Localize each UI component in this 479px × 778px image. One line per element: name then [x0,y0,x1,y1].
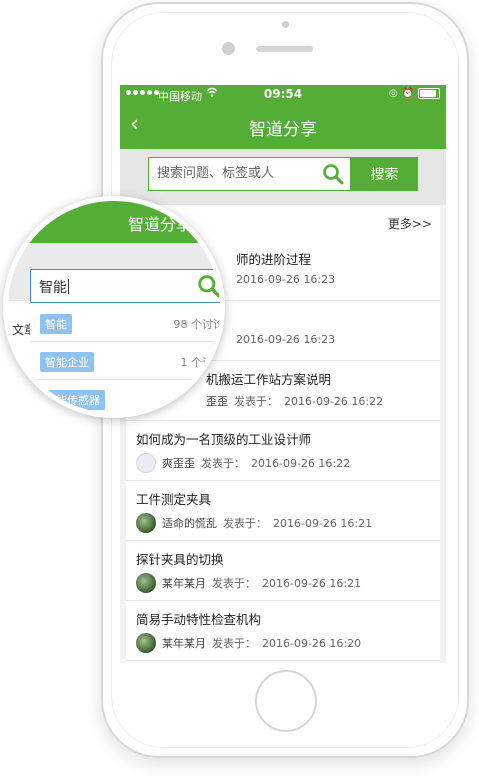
item-title: 探针夹具的切换 [136,552,224,567]
magnifier-callout: 智道分享 智能 文章 智能 98 个讨论 智能企业 1 个讨论 智能传感器 [3,196,225,418]
list-item[interactable]: 如何成为一名顶级的工业设计师 爽歪歪 发表于： 2016-09-26 16:22 [126,421,440,481]
front-camera [222,42,235,55]
suggestion-count: 98 个讨论 [173,318,224,331]
avatar [136,633,156,653]
item-date: 2016-09-26 16:22 [251,456,351,470]
item-title: 机搬运工作站方案说明 [206,372,332,387]
search-query: 智能 [39,277,69,297]
suggestion-tag: 智能企业 [40,352,94,372]
item-meta: 爽歪歪 发表于： 2016-09-26 16:22 [136,453,350,473]
search-box[interactable] [148,157,351,191]
list-item[interactable]: 工件测定夹具 适命的慌乱 发表于： 2016-09-26 16:21 [126,481,440,541]
avatar [136,453,156,473]
earpiece-speaker [256,46,313,52]
magnified-title: 智道分享 [128,215,193,234]
list-item[interactable]: 探针夹具的切换 某年某月 发表于： 2016-09-26 16:21 [126,541,440,601]
suggestion-tag: 智能传感器 [40,390,105,410]
magnified-view: 智道分享 智能 文章 智能 98 个讨论 智能企业 1 个讨论 智能传感器 [8,201,224,413]
status-right-group: ◎ ⏰ [389,88,440,99]
page-title: 智道分享 [249,120,317,140]
item-date: 2016-09-26 16:23 [236,273,336,286]
item-date: 2016-09-26 16:21 [262,576,362,590]
item-meta: 2016-09-26 16:23 [236,333,335,346]
avatar [136,513,156,533]
item-date: 2016-09-26 16:21 [273,516,373,530]
search-bar: 搜索 [120,149,446,205]
item-meta: 某年某月 发表于： 2016-09-26 16:20 [136,633,361,653]
item-author: 某年某月 [162,577,206,590]
lock-rotation-icon: ◎ [388,88,398,99]
home-button[interactable] [255,670,317,732]
search-icon[interactable] [322,163,344,189]
suggestion-item[interactable]: 智能传感器 [30,380,220,413]
item-meta: 适命的慌乱 发表于： 2016-09-26 16:21 [136,513,372,533]
suggestion-tag: 智能 [40,314,72,334]
posted-label: 发表于： [212,577,256,590]
item-title: 简易手动特性检查机构 [136,612,262,627]
avatar [136,573,156,593]
suggestion-count: 1 个讨论 [180,356,224,369]
item-date: 2016-09-26 16:22 [284,394,384,408]
search-button[interactable]: 搜索 [351,157,418,191]
magnified-search-bar: 智能 [8,243,220,303]
alarm-icon: ⏰ [401,88,414,99]
item-date: 2016-09-26 16:23 [236,333,336,346]
list-item[interactable]: 简易手动特性检查机构 某年某月 发表于： 2016-09-26 16:20 [126,601,440,661]
item-meta: 某年某月 发表于： 2016-09-26 16:21 [136,573,361,593]
front-sensor [282,21,289,28]
magnified-search-input[interactable]: 智能 [30,269,220,303]
posted-label: 发表于： [212,637,256,650]
suggestion-item[interactable]: 智能企业 1 个讨论 [30,342,224,380]
status-bar: 中国移动 09:54 ◎ ⏰ [120,85,446,105]
battery-icon [418,88,440,99]
item-meta: 2016-09-26 16:23 [236,273,335,286]
item-date: 2016-09-26 16:20 [262,636,362,650]
nav-bar: ‹ 智道分享 [120,105,446,149]
item-author: 适命的慌乱 [162,517,217,530]
posted-label: 发表于： [223,517,267,530]
item-meta: 歪歪 发表于： 2016-09-26 16:22 [206,393,383,409]
item-title: 工件测定夹具 [136,492,212,507]
item-title: 师的进阶过程 [236,252,312,267]
search-input[interactable] [155,165,319,182]
posted-label: 发表于： [201,457,245,470]
search-icon[interactable] [197,274,220,302]
more-link[interactable]: 更多>> [388,215,432,232]
posted-label: 发表于： [234,395,278,408]
item-title: 如何成为一名顶级的工业设计师 [136,432,312,447]
magnified-nav-bar: 智道分享 [8,201,220,243]
suggestion-item[interactable]: 智能 98 个讨论 [30,304,224,342]
item-author: 某年某月 [162,637,206,650]
item-author: 爽歪歪 [162,457,195,470]
